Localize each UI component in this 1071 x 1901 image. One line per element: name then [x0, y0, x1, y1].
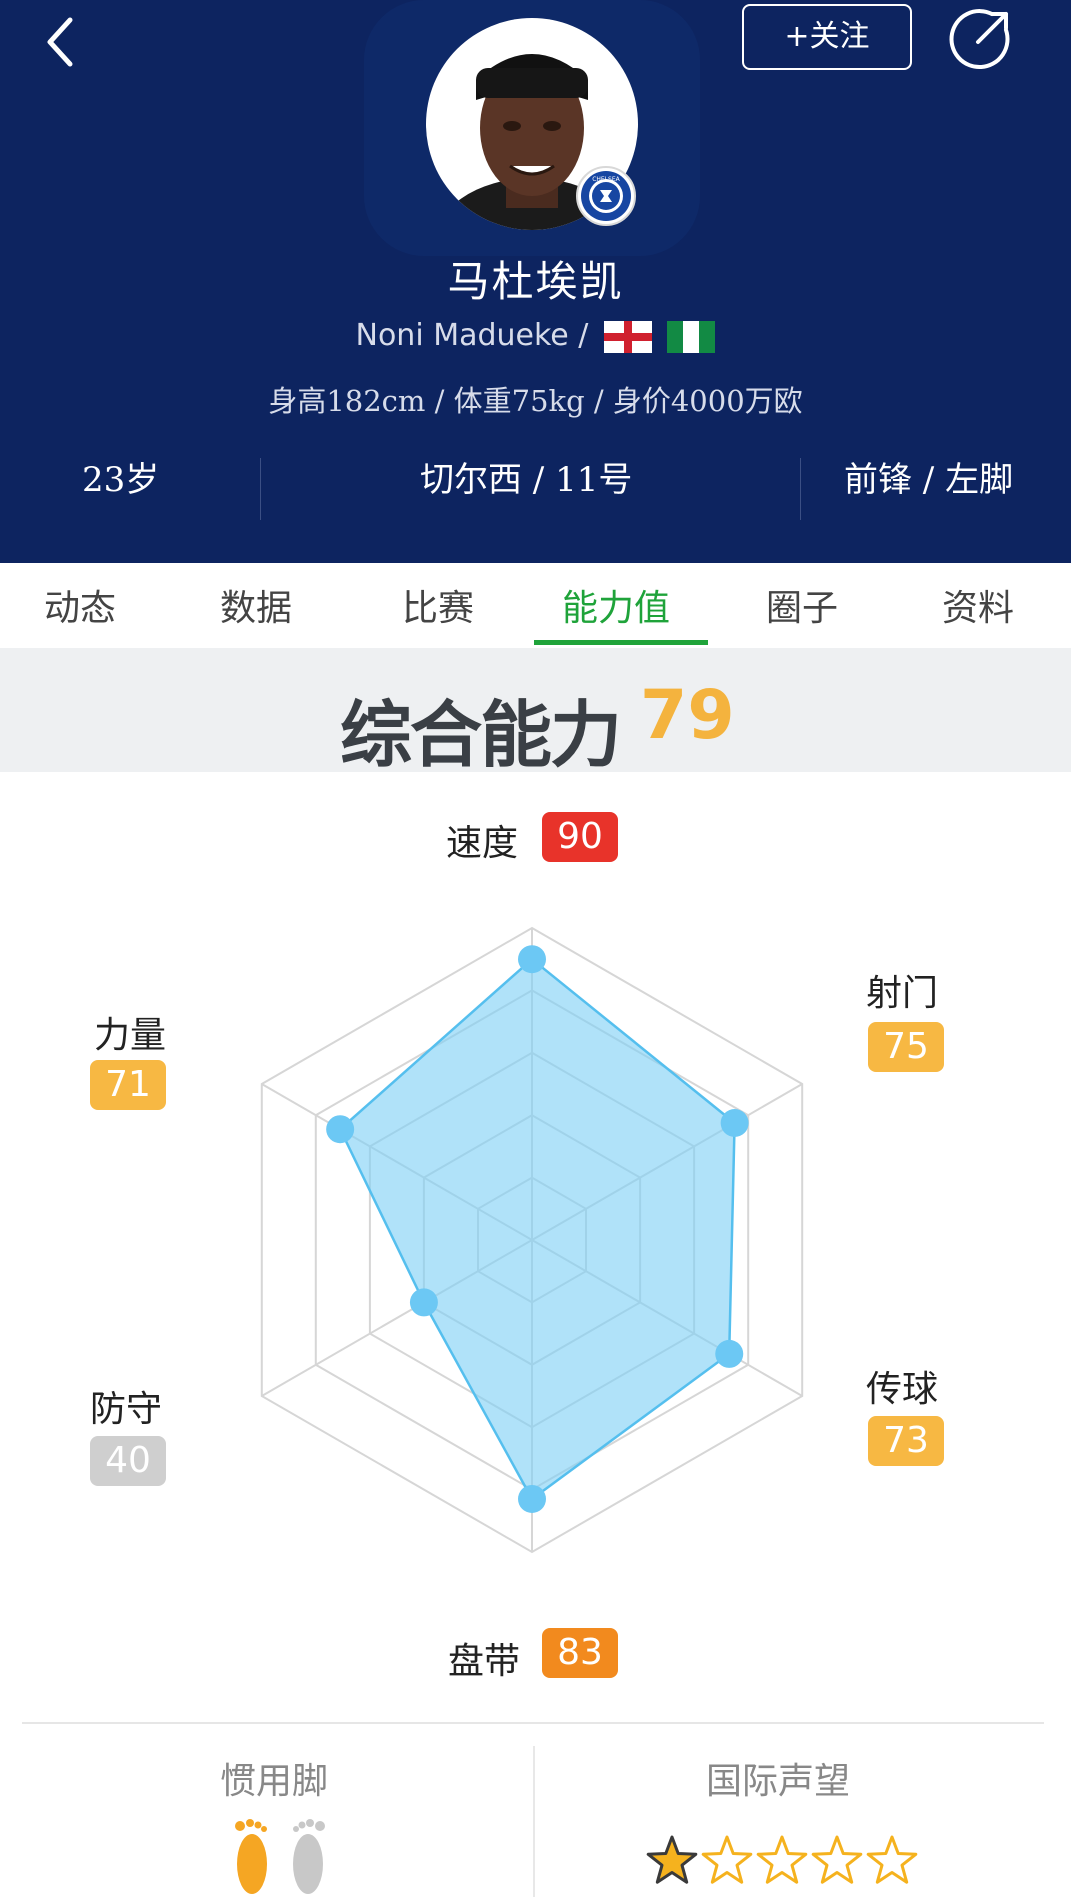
radar-point-力量 [326, 1115, 355, 1144]
radar-chart [260, 926, 804, 1554]
player-age: 23岁 [82, 460, 160, 500]
attr-label-passing: 传球 [866, 1369, 939, 1410]
radar-point-盘带 [518, 1484, 546, 1513]
section-divider [22, 1722, 1044, 1724]
share-button[interactable] [948, 6, 1014, 72]
attr-badge-defending: 40 [90, 1436, 166, 1486]
attr-badge-speed: 90 [542, 812, 618, 862]
club-badge-icon: CHELSEA [576, 166, 636, 226]
england-flag-icon [603, 320, 652, 353]
share-icon [949, 9, 1010, 70]
player-header: CHELSEA +关注 马杜埃凯 Noni Madueke / 身高182cm … [0, 0, 1071, 563]
chevron-left-icon [47, 17, 73, 67]
radar-point-射门 [720, 1109, 749, 1137]
attr-label-strength: 力量 [94, 1015, 167, 1056]
radar-area [338, 957, 736, 1501]
nigeria-flag-icon [667, 320, 716, 353]
player-club-number: 切尔西 / 11号 [420, 460, 633, 500]
overall-rating-value: 79 [640, 676, 735, 755]
ability-radar: 速度 90 射门 75 传球 73 盘带 83 防守 40 力量 71 [0, 772, 1071, 1722]
tab-matches[interactable]: 比赛 [402, 579, 474, 631]
radar-point-传球 [715, 1339, 744, 1368]
star-filled-icon [646, 1835, 698, 1884]
overall-rating-label: 综合能力 [340, 693, 622, 777]
tab-bar: 动态 数据 比赛 能力值 圈子 资料 [0, 563, 1071, 645]
tab-profile[interactable]: 资料 [942, 579, 1014, 631]
attr-label-defending: 防守 [90, 1389, 163, 1430]
footer-divider [533, 1746, 535, 1897]
attr-badge-dribbling: 83 [542, 1628, 618, 1678]
attr-label-shooting: 射门 [866, 973, 939, 1014]
tab-data[interactable]: 数据 [220, 579, 292, 631]
attr-label-speed: 速度 [446, 823, 519, 864]
tab-circle[interactable]: 圈子 [766, 579, 838, 631]
player-position-foot: 前锋 / 左脚 [844, 460, 1014, 500]
attr-badge-strength: 71 [90, 1060, 166, 1110]
star-empty-icon [701, 1835, 753, 1884]
attr-label-dribbling: 盘带 [448, 1641, 521, 1682]
star-empty-icon [866, 1835, 918, 1884]
preferred-foot-indicator [226, 1816, 336, 1897]
player-bio: 身高182cm / 体重75kg / 身价4000万欧 [268, 384, 803, 418]
active-tab-indicator [534, 640, 708, 645]
player-name-row: Noni Madueke / [0, 318, 1071, 353]
attr-badge-shooting: 75 [868, 1022, 944, 1072]
follow-button[interactable]: +关注 [742, 4, 912, 70]
player-name-en: Noni Madueke / [355, 318, 589, 353]
overall-rating-banner: 综合能力 79 [0, 648, 1071, 777]
tab-ability[interactable]: 能力值 [562, 579, 670, 631]
preferred-foot-label: 惯用脚 [220, 1761, 329, 1802]
player-name-cn: 马杜埃凯 [447, 257, 624, 306]
left-foot-icon [235, 1819, 267, 1894]
back-button[interactable] [42, 12, 82, 72]
svg-text:CHELSEA: CHELSEA [592, 176, 620, 183]
attr-badge-passing: 73 [868, 1416, 944, 1466]
right-foot-icon [293, 1819, 325, 1894]
radar-point-速度 [518, 945, 546, 974]
stat-divider [800, 458, 801, 520]
radar-point-防守 [409, 1288, 438, 1317]
stat-divider [260, 458, 261, 520]
star-empty-icon [811, 1835, 863, 1884]
reputation-stars [646, 1830, 926, 1890]
reputation-label: 国际声望 [706, 1761, 851, 1802]
tab-dynamics[interactable]: 动态 [44, 579, 116, 631]
star-empty-icon [756, 1835, 808, 1884]
